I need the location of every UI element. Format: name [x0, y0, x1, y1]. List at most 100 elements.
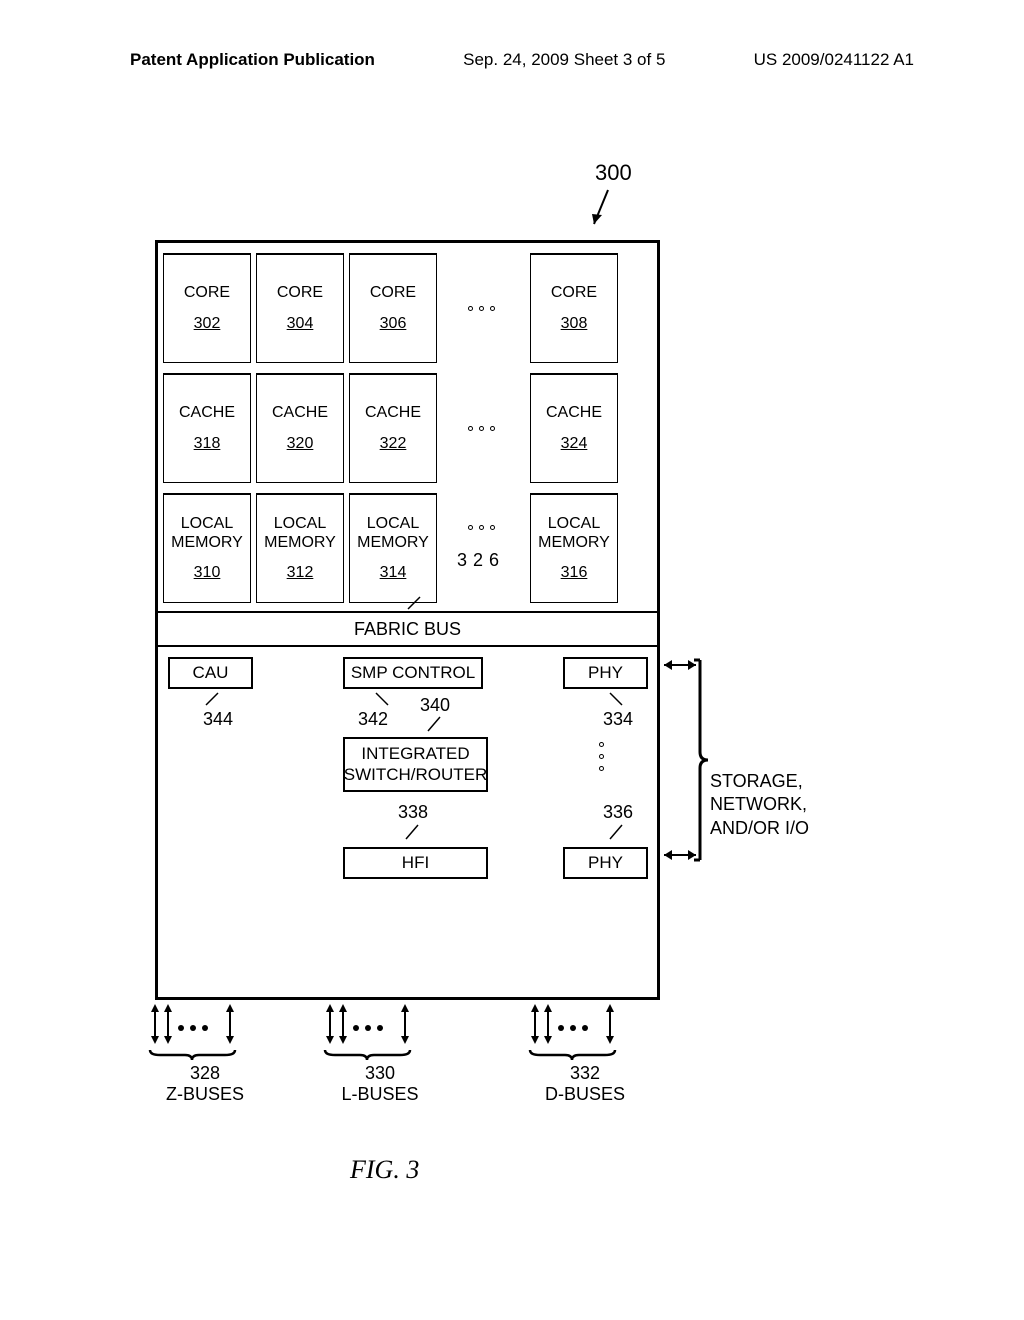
isr-label: INTEGRATED SWITCH/ROUTER	[344, 744, 488, 785]
phy-bot-box: PHY	[563, 847, 648, 879]
cache-label: CACHE	[365, 404, 421, 422]
l-bus-group: 330 L-BUSES	[315, 1000, 445, 1105]
core-label: CORE	[551, 284, 597, 302]
page-header: Patent Application Publication Sep. 24, …	[0, 50, 1024, 70]
dots-icon	[353, 1025, 383, 1031]
dots-icon	[558, 1025, 588, 1031]
ref-320: 320	[287, 435, 314, 453]
figure-3-diagram: 300 CORE 302 CORE 304 CORE 306 CORE	[120, 130, 890, 1230]
dots-icon	[468, 306, 495, 311]
ref-310: 310	[194, 564, 221, 582]
ref-336: 336	[603, 802, 633, 823]
isr-l1: INTEGRATED	[361, 744, 469, 763]
cache-block-322: CACHE 322	[349, 373, 437, 483]
ref-314: 314	[380, 564, 407, 582]
dots-icon	[468, 426, 495, 431]
ref-318: 318	[194, 435, 221, 453]
memory-label: LOCAL MEMORY	[264, 515, 336, 552]
z-bus-group: 328 Z-BUSES	[140, 1000, 270, 1105]
ref-316: 316	[561, 564, 588, 582]
smp-label: SMP CONTROL	[351, 663, 475, 683]
core-label: CORE	[277, 284, 323, 302]
figure-caption: FIG. 3	[350, 1155, 419, 1185]
dot-icon	[599, 766, 604, 771]
memory-label: LOCAL MEMORY	[357, 515, 429, 552]
fabric-bus-row: FABRIC BUS	[158, 611, 657, 647]
arrow-300-icon	[590, 190, 620, 240]
memory-l1: LOCAL	[181, 515, 233, 532]
ref-306: 306	[380, 315, 407, 333]
core-block-308: CORE 308	[530, 253, 618, 363]
ref-342: 342	[358, 709, 388, 730]
memory-label: LOCAL MEMORY	[538, 515, 610, 552]
phy-arrows-and-bracket-icon	[664, 650, 708, 900]
phy-top-box: PHY	[563, 657, 648, 689]
ref-344: 344	[203, 709, 233, 730]
leader-334-icon	[610, 691, 630, 711]
memory-l2: MEMORY	[357, 534, 429, 551]
leader-344-icon	[206, 691, 226, 711]
cache-label: CACHE	[546, 404, 602, 422]
leader-336-icon	[610, 825, 630, 845]
cache-row: CACHE 318 CACHE 320 CACHE 322 CACHE 324	[158, 373, 657, 483]
memory-label: LOCAL MEMORY	[171, 515, 243, 552]
z-bus-label: Z-BUSES	[140, 1084, 270, 1105]
leader-338-icon	[406, 825, 426, 845]
phy-ellipsis	[599, 742, 604, 771]
leader-326-icon	[408, 595, 422, 609]
dots-icon	[468, 525, 495, 530]
ref-328: 328	[140, 1063, 270, 1084]
ref-340: 340	[420, 695, 450, 716]
storage-l2: NETWORK,	[710, 794, 807, 814]
dot-icon	[599, 754, 604, 759]
chip-outline: CORE 302 CORE 304 CORE 306 CORE 308 CACH…	[155, 240, 660, 1000]
ref-332: 332	[520, 1063, 650, 1084]
core-label: CORE	[184, 284, 230, 302]
leader-340-icon	[428, 717, 448, 737]
memory-l1: LOCAL	[367, 515, 419, 532]
ref-330: 330	[315, 1063, 445, 1084]
bottom-region: CAU 344 SMP CONTROL 342 340 INTEGR	[158, 647, 657, 997]
l-bus-label: L-BUSES	[315, 1084, 445, 1105]
header-center: Sep. 24, 2009 Sheet 3 of 5	[463, 50, 665, 70]
ref-308: 308	[561, 315, 588, 333]
cau-label: CAU	[193, 663, 229, 683]
storage-l3: AND/OR I/O	[710, 818, 809, 838]
ref-324: 324	[561, 435, 588, 453]
cache-label: CACHE	[272, 404, 328, 422]
dots-icon	[178, 1025, 208, 1031]
isr-l2: SWITCH/ROUTER	[344, 765, 488, 784]
core-ellipsis	[437, 253, 525, 363]
isr-box: INTEGRATED SWITCH/ROUTER	[343, 737, 488, 792]
cache-block-324: CACHE 324	[530, 373, 618, 483]
memory-l1: LOCAL	[548, 515, 600, 532]
ref-304: 304	[287, 315, 314, 333]
cache-ellipsis	[437, 373, 525, 483]
memory-l1: LOCAL	[274, 515, 326, 532]
ref-302: 302	[194, 315, 221, 333]
d-bus-group: 332 D-BUSES	[520, 1000, 650, 1105]
dot-icon	[599, 742, 604, 747]
header-right: US 2009/0241122 A1	[754, 50, 914, 70]
storage-l1: STORAGE,	[710, 771, 803, 791]
bus-ellipsis	[353, 1015, 383, 1036]
core-block-304: CORE 304	[256, 253, 344, 363]
cau-box: CAU	[168, 657, 253, 689]
fabric-bus-label: FABRIC BUS	[354, 619, 461, 640]
memory-block-310: LOCAL MEMORY 310	[163, 493, 251, 603]
memory-l2: MEMORY	[538, 534, 610, 551]
ref-334: 334	[603, 709, 633, 730]
core-label: CORE	[370, 284, 416, 302]
leader-342-icon	[376, 691, 396, 711]
smp-box: SMP CONTROL	[343, 657, 483, 689]
d-bus-label: D-BUSES	[520, 1084, 650, 1105]
memory-row: LOCAL MEMORY 310 LOCAL MEMORY 312 LOCAL …	[158, 493, 657, 603]
cache-block-318: CACHE 318	[163, 373, 251, 483]
storage-label: STORAGE, NETWORK, AND/OR I/O	[710, 770, 809, 840]
ref-322: 322	[380, 435, 407, 453]
ref-338: 338	[398, 802, 428, 823]
cache-label: CACHE	[179, 404, 235, 422]
ref-300: 300	[595, 160, 632, 186]
hfi-label: HFI	[402, 853, 429, 873]
ref-326: 326	[457, 550, 505, 571]
